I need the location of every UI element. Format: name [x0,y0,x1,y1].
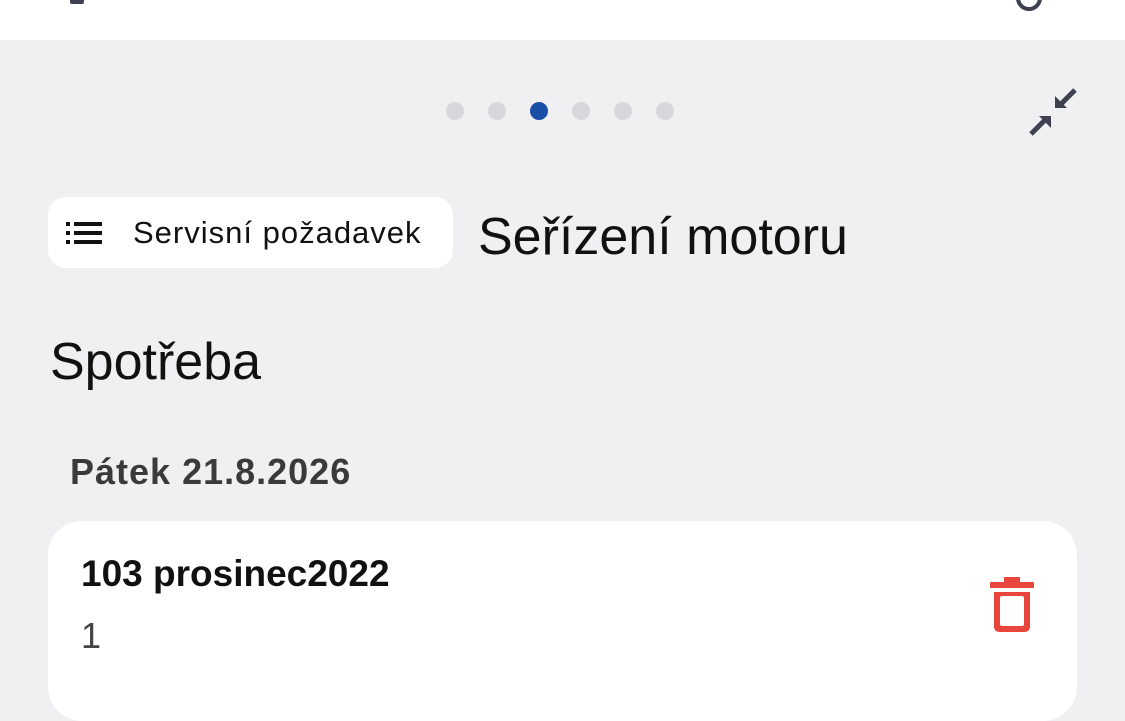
collapse-icon [1027,86,1079,143]
page-dot[interactable] [614,102,632,120]
page-dot[interactable] [488,102,506,120]
collapse-button[interactable] [1024,86,1082,142]
item-name: 103 prosinec2022 [81,553,390,594]
page-dot[interactable] [572,102,590,120]
page-dot-active[interactable] [530,102,548,120]
refresh-icon[interactable] [1010,0,1046,14]
service-request-chip[interactable]: Servisní požadavek [48,197,453,268]
section-title: Spotřeba [50,333,262,391]
page-dot[interactable] [446,102,464,120]
page-indicator[interactable] [446,102,674,120]
consumption-item-card[interactable]: 103 prosinec2022 1 [48,521,1077,721]
detail-content: Servisní požadavek Seřízení motoru Spotř… [0,40,1125,721]
item-quantity: 1 [81,615,102,656]
page-dot[interactable] [656,102,674,120]
top-app-bar [0,0,1125,40]
date-heading: Pátek 21.8.2026 [70,451,352,492]
delete-button[interactable] [980,575,1044,639]
trash-icon [990,576,1034,638]
back-icon[interactable] [70,0,84,4]
page-title: Seřízení motoru [478,208,848,266]
chip-label: Servisní požadavek [133,214,422,250]
list-icon [66,221,102,245]
